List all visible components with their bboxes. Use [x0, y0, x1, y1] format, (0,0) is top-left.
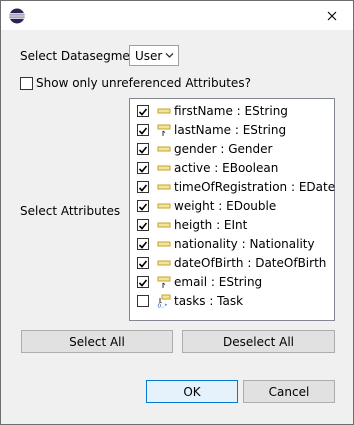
item-label: gender : Gender — [174, 142, 273, 156]
chevron-down-icon — [165, 53, 174, 58]
checkmark-icon — [138, 260, 148, 268]
list-item[interactable]: lastName : EString — [130, 121, 334, 140]
show-unreferenced-label: Show only unreferenced Attributes? — [36, 76, 251, 90]
deselect-all-button[interactable]: Deselect All — [182, 330, 335, 353]
checkmark-icon — [138, 165, 148, 173]
item-checkbox[interactable] — [137, 124, 149, 136]
checkmark-icon — [138, 127, 148, 135]
datasegment-label-text: Select Datasegment — [20, 49, 143, 63]
eclipse-app-icon — [9, 8, 25, 24]
list-item[interactable]: nationality : Nationality — [130, 235, 334, 254]
attribute-icon — [157, 108, 171, 114]
close-icon — [327, 11, 337, 21]
item-label: email : EString — [174, 275, 263, 289]
show-unreferenced-option[interactable]: Show only unreferenced Attributes? — [20, 76, 251, 90]
item-label: dateOfBirth : DateOfBirth — [174, 256, 327, 270]
item-checkbox[interactable] — [137, 219, 149, 231]
svg-text:0..*: 0..* — [158, 304, 168, 309]
checkmark-icon — [138, 146, 148, 154]
attribute-icon — [157, 165, 171, 171]
item-label: active : EBoolean — [174, 161, 279, 175]
checkmark-icon — [138, 279, 148, 287]
attribute-icon — [157, 260, 171, 266]
ok-button[interactable]: OK — [146, 380, 238, 403]
datasegment-select[interactable]: User — [129, 45, 179, 66]
list-item[interactable]: email : EString — [130, 273, 334, 292]
key-attribute-icon — [157, 124, 171, 136]
attributes-list[interactable]: firstName : EString lastName : EString g… — [129, 98, 335, 321]
list-item[interactable]: 0..* tasks : Task — [130, 292, 334, 311]
attributes-label: Select Attributes — [20, 204, 120, 218]
list-item[interactable]: firstName : EString — [130, 102, 334, 121]
item-label: weight : EDouble — [174, 199, 277, 213]
list-item[interactable]: gender : Gender — [130, 140, 334, 159]
checkmark-icon — [138, 203, 148, 211]
item-checkbox[interactable] — [137, 105, 149, 117]
attributes-label-text: Select Attributes — [20, 204, 121, 218]
item-label: lastName : EString — [174, 123, 287, 137]
item-checkbox[interactable] — [137, 181, 149, 193]
list-item[interactable]: weight : EDouble — [130, 197, 334, 216]
dialog-window: Select Datasegment User Show only unrefe… — [0, 0, 354, 425]
list-item[interactable]: timeOfRegistration : EDate — [130, 178, 336, 197]
checkmark-icon — [138, 222, 148, 230]
reference-many-icon: 0..* — [157, 294, 171, 308]
close-button[interactable] — [321, 6, 343, 26]
item-checkbox[interactable] — [137, 200, 149, 212]
select-all-button[interactable]: Select All — [21, 330, 173, 353]
list-item[interactable]: heigth : EInt — [130, 216, 334, 235]
attribute-icon — [157, 241, 171, 247]
item-checkbox[interactable] — [137, 162, 149, 174]
datasegment-value: User — [135, 48, 163, 63]
checkmark-icon — [138, 108, 148, 116]
checkmark-icon — [138, 241, 148, 249]
attribute-icon — [157, 184, 171, 190]
item-checkbox[interactable] — [137, 257, 149, 269]
title-bar[interactable] — [1, 1, 353, 30]
list-item[interactable]: dateOfBirth : DateOfBirth — [130, 254, 334, 273]
item-checkbox[interactable] — [137, 295, 149, 307]
attribute-icon — [157, 203, 171, 209]
item-label: firstName : EString — [174, 104, 288, 118]
show-unreferenced-checkbox[interactable] — [20, 76, 33, 90]
key-attribute-icon — [157, 276, 171, 288]
item-label: timeOfRegistration : EDate — [174, 180, 336, 194]
item-label: heigth : EInt — [174, 218, 248, 232]
attribute-icon — [157, 222, 171, 228]
cancel-button[interactable]: Cancel — [243, 380, 335, 403]
datasegment-label: Select Datasegment — [20, 49, 142, 63]
item-label: tasks : Task — [174, 294, 244, 308]
attribute-icon — [157, 146, 171, 152]
item-checkbox[interactable] — [137, 143, 149, 155]
item-checkbox[interactable] — [137, 238, 149, 250]
item-checkbox[interactable] — [137, 276, 149, 288]
item-label: nationality : Nationality — [174, 237, 315, 251]
checkmark-icon — [138, 184, 148, 192]
list-item[interactable]: active : EBoolean — [130, 159, 334, 178]
